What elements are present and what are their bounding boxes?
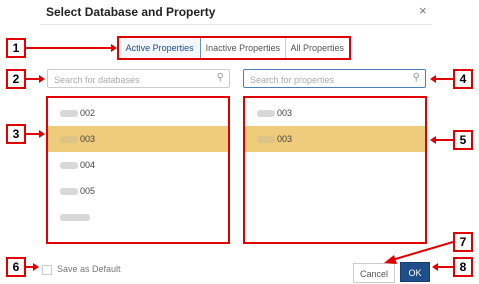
callout-5-arrow	[435, 139, 453, 141]
callout-4-arrow	[435, 78, 453, 80]
list-item-label: 005	[80, 186, 96, 196]
dialog-title: Select Database and Property	[46, 5, 216, 19]
list-item[interactable]: 005	[48, 178, 228, 204]
property-search-input[interactable]	[250, 72, 400, 88]
database-list: 002 003 004 005	[46, 96, 230, 244]
callout-3-arrowhead	[39, 130, 45, 138]
callout-1-arrow	[26, 47, 112, 49]
list-item[interactable]: 004	[48, 152, 228, 178]
list-item-label: 003	[277, 108, 293, 118]
property-list: 003 003	[243, 96, 427, 244]
search-icon[interactable]: ⚲	[413, 72, 420, 83]
callout-1: 1	[6, 38, 26, 58]
callout-2: 2	[6, 69, 26, 89]
tab-active-properties[interactable]: Active Properties	[118, 37, 202, 59]
close-icon[interactable]: ×	[419, 3, 427, 18]
callout-8: 8	[453, 257, 473, 277]
callout-6-arrowhead	[33, 263, 39, 271]
list-item-label: 003	[277, 134, 293, 144]
database-search-input[interactable]	[54, 72, 204, 88]
callout-3-arrow	[26, 133, 40, 135]
callout-2-arrow	[26, 78, 40, 80]
search-icon[interactable]: ⚲	[217, 72, 224, 83]
list-item-label: 003	[80, 134, 96, 144]
redacted-text	[60, 136, 78, 144]
save-default-checkbox[interactable]	[42, 265, 52, 275]
property-tabs: Active Properties Inactive Properties Al…	[118, 37, 350, 59]
list-item-label: 002	[80, 108, 96, 118]
list-item-label: 004	[80, 160, 96, 170]
save-default-label: Save as Default	[57, 264, 121, 274]
callout-7-arrow	[384, 241, 454, 264]
redacted-text	[257, 136, 275, 144]
callout-1-arrowhead	[111, 44, 117, 52]
tab-inactive-properties[interactable]: Inactive Properties	[201, 37, 286, 59]
redacted-text	[60, 162, 78, 170]
tab-all-properties[interactable]: All Properties	[285, 37, 350, 59]
callout-6: 6	[6, 257, 26, 277]
database-search: ⚲	[47, 69, 230, 88]
redacted-text	[257, 110, 275, 118]
callout-5: 5	[453, 130, 473, 150]
callout-3: 3	[6, 124, 26, 144]
redacted-text	[60, 214, 90, 222]
property-search: ⚲	[243, 69, 426, 88]
list-item[interactable]: 002	[48, 100, 228, 126]
list-item-selected[interactable]: 003	[48, 126, 228, 152]
redacted-text	[60, 110, 78, 118]
callout-8-arrow	[437, 266, 453, 268]
header-divider	[40, 24, 432, 25]
callout-4: 4	[453, 69, 473, 89]
list-item[interactable]: 003	[245, 100, 425, 126]
callout-7: 7	[453, 232, 473, 252]
list-item[interactable]	[48, 204, 228, 230]
callout-2-arrowhead	[39, 75, 45, 83]
list-item-selected[interactable]: 003	[245, 126, 425, 152]
redacted-text	[60, 188, 78, 196]
